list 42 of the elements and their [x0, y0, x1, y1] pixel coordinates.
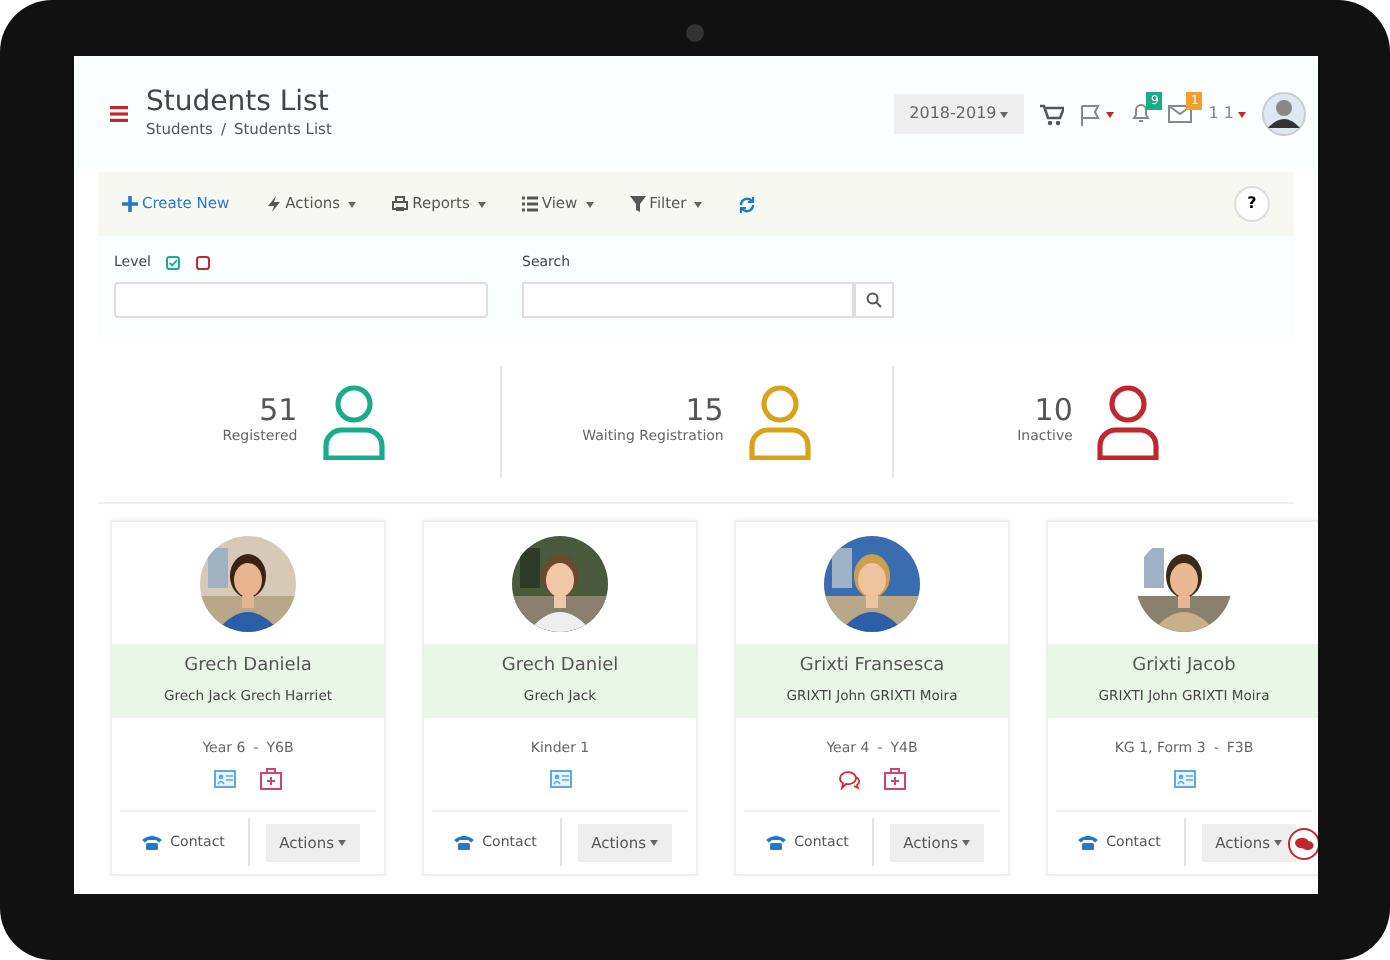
id-card-icon[interactable] — [214, 767, 236, 790]
search-button[interactable] — [854, 281, 894, 317]
student-name: Grech Daniela — [182, 653, 314, 679]
level-field[interactable] — [114, 281, 488, 317]
chat-icon — [1294, 835, 1314, 852]
student-name: Grixti Fransesca — [797, 653, 947, 679]
camera-icon — [686, 24, 704, 42]
stat-count: 15 — [683, 395, 724, 426]
printer-icon — [392, 196, 409, 212]
search-icon — [866, 291, 882, 307]
medical-kit-icon[interactable] — [260, 767, 282, 790]
help-button[interactable]: ? — [1234, 186, 1270, 222]
flag-menu[interactable] — [1080, 103, 1115, 125]
bolt-icon — [265, 196, 282, 212]
search-field[interactable] — [522, 281, 854, 317]
cart-icon[interactable] — [1040, 103, 1065, 125]
student-name: Grech Daniel — [499, 653, 621, 679]
avatar-icon[interactable] — [1262, 92, 1306, 136]
plus-icon — [122, 196, 138, 212]
student-name: Grixti Jacob — [1130, 653, 1238, 679]
list-icon — [521, 196, 538, 212]
page-title: Students List — [146, 87, 331, 119]
checkbox[interactable] — [166, 255, 181, 270]
filter-icon — [629, 196, 646, 212]
id-card-icon[interactable] — [1173, 767, 1195, 790]
stat-count: 10 — [1032, 395, 1073, 426]
chat-bubble-button[interactable] — [1288, 827, 1318, 860]
user-menu[interactable]: 1 1 — [1208, 102, 1246, 126]
phone-icon — [766, 834, 787, 851]
chat-icon[interactable] — [838, 767, 860, 790]
refresh-icon[interactable] — [738, 195, 757, 213]
phone-icon — [1078, 834, 1099, 851]
bell-icon[interactable] — [1130, 102, 1153, 125]
phone-icon — [454, 834, 475, 851]
stat-count: 51 — [257, 395, 298, 426]
id-card-icon[interactable] — [549, 767, 571, 790]
year-dropdown[interactable]: 2018-2019 — [893, 94, 1025, 134]
phone-icon — [142, 834, 163, 851]
menu-icon[interactable] — [110, 106, 128, 122]
checkbox[interactable] — [196, 255, 211, 270]
envelope-icon[interactable] — [1168, 103, 1193, 124]
medical-kit-icon[interactable] — [884, 767, 906, 790]
